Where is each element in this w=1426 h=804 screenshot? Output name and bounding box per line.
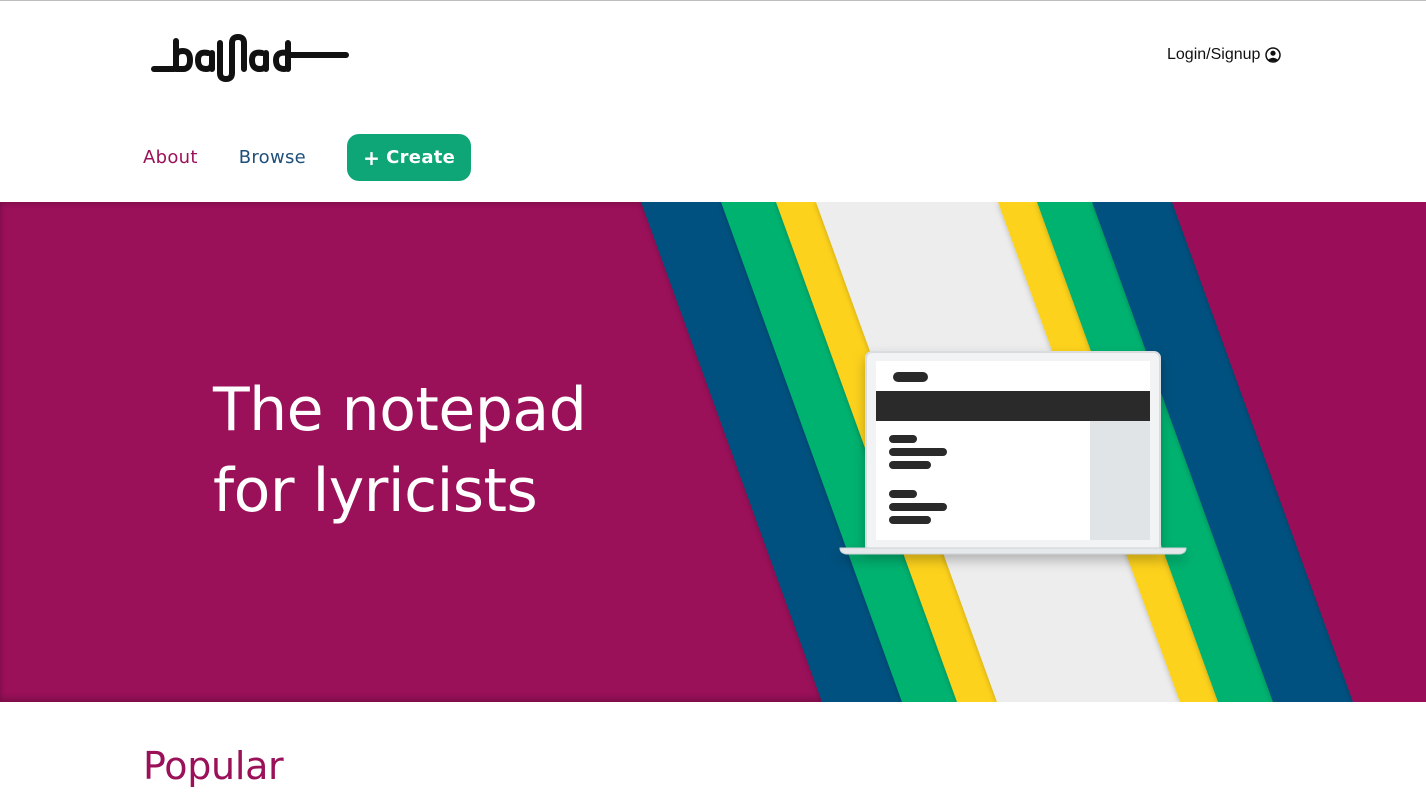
nav-about-link[interactable]: About xyxy=(143,147,198,168)
create-button[interactable]: + Create xyxy=(347,134,472,181)
user-circle-icon xyxy=(1265,47,1282,63)
hero-title-line2: for lyricists xyxy=(213,456,538,526)
login-signup-label: Login/Signup xyxy=(1167,46,1261,63)
main-nav: About Browse + Create xyxy=(143,134,472,181)
page: Login/Signup About Browse + Create The n… xyxy=(0,0,1426,804)
create-button-label: Create xyxy=(386,147,456,168)
laptop-illustration xyxy=(839,351,1187,555)
hero-title: The notepad for lyricists xyxy=(213,370,587,532)
nav-browse-link[interactable]: Browse xyxy=(239,147,306,168)
plus-icon: + xyxy=(363,145,381,170)
popular-heading: Popular xyxy=(143,744,284,788)
login-signup-link[interactable]: Login/Signup xyxy=(1167,46,1282,64)
hero-banner: The notepad for lyricists xyxy=(0,202,1426,702)
ballad-logo[interactable] xyxy=(150,31,350,83)
hero-title-line1: The notepad xyxy=(213,375,587,445)
